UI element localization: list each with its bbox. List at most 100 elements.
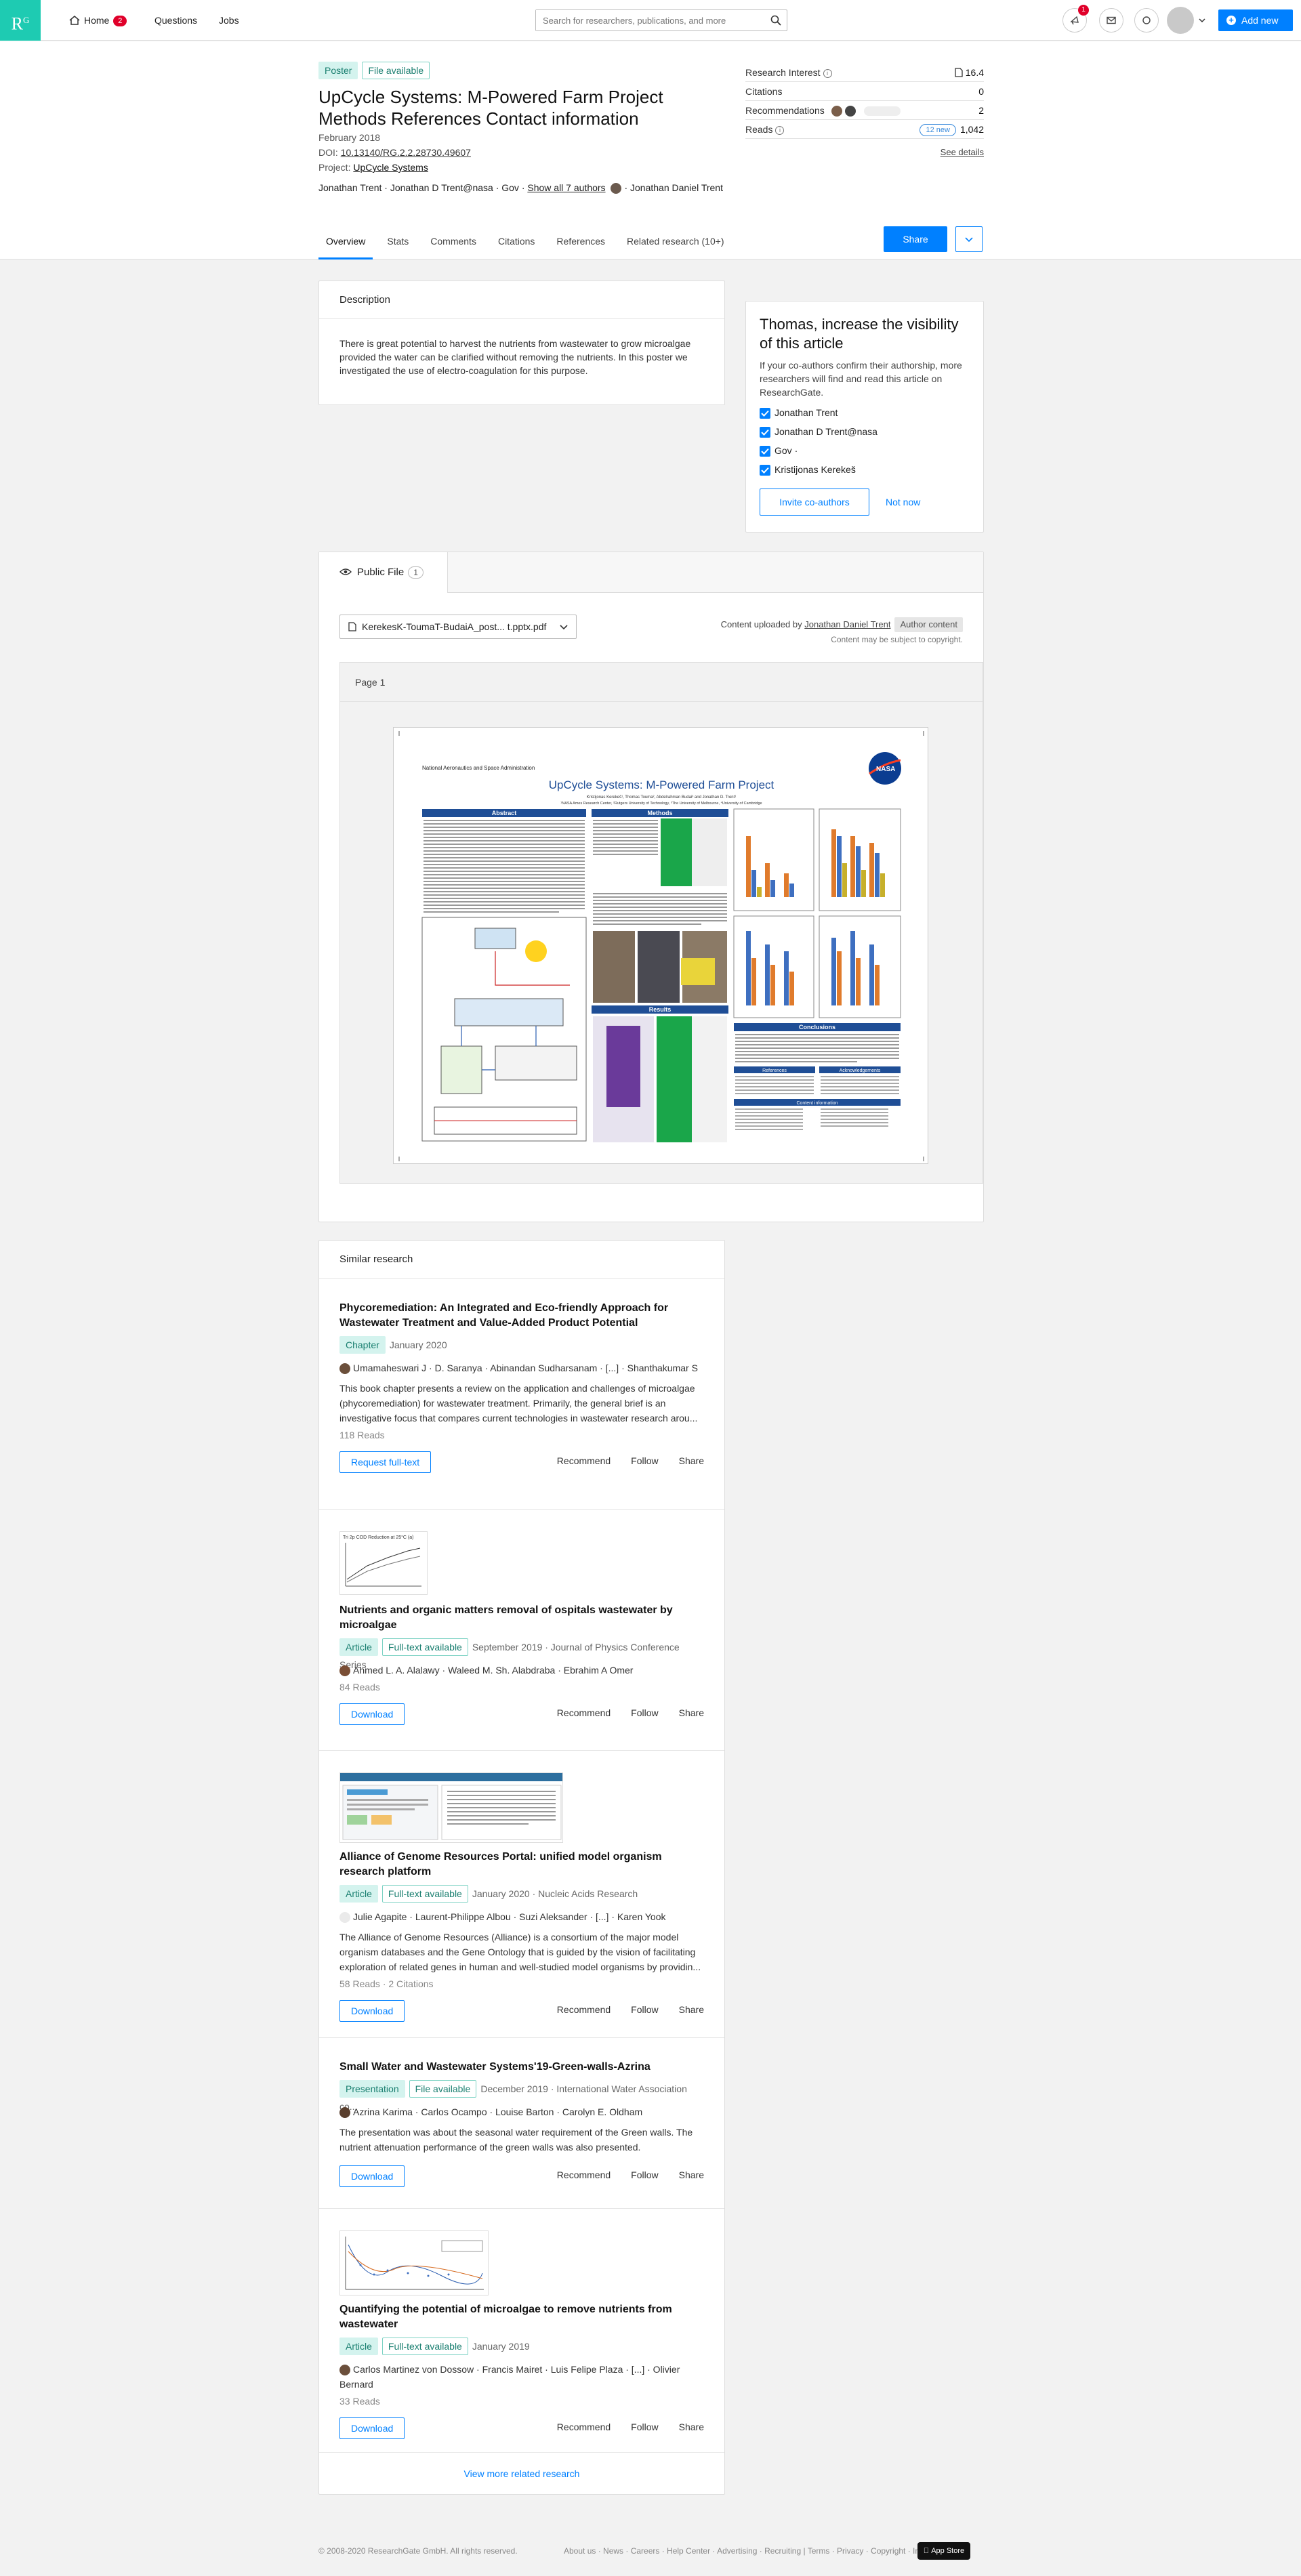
coauthor-row[interactable]: Jonathan Trent (760, 406, 970, 419)
follow-link[interactable]: Follow (631, 1455, 658, 1466)
invite-coauthors-button[interactable]: Invite co-authors (760, 489, 869, 516)
similar-item-authors[interactable]: Carlos Martinez von Dossow · Francis Mai… (339, 2362, 704, 2392)
authors-list[interactable]: Jonathan Trent · Jonathan D Trent@nasa ·… (318, 182, 524, 193)
page-footer: © 2008-2020 ResearchGate GmbH. All right… (0, 2541, 1301, 2561)
show-all-authors-link[interactable]: Show all 7 authors (527, 182, 605, 193)
similar-item-title[interactable]: Alliance of Genome Resources Portal: uni… (339, 1850, 704, 1879)
envelope-icon (1107, 16, 1116, 24)
footer-links[interactable]: About us · News · Careers · Help Center … (564, 2546, 938, 2556)
info-icon[interactable]: i (775, 125, 785, 135)
add-new-button[interactable]: + Add new (1218, 9, 1293, 31)
stat-citations[interactable]: Citations 0 (745, 82, 984, 101)
download-button[interactable]: Download (339, 2000, 405, 2022)
similar-item-title[interactable]: Phycoremediation: An Integrated and Eco-… (339, 1301, 704, 1331)
recommend-link[interactable]: Recommend (557, 2169, 611, 2180)
see-details-link[interactable]: See details (941, 147, 984, 157)
not-now-link[interactable]: Not now (886, 497, 920, 507)
requests-button[interactable] (1134, 8, 1159, 33)
recommend-link[interactable]: Recommend (557, 2004, 611, 2015)
share-options-button[interactable] (955, 226, 983, 252)
similar-item-authors[interactable]: Ahmed L. A. Alalawy · Waleed M. Sh. Alab… (339, 1663, 704, 1678)
last-author[interactable]: · Jonathan Daniel Trent (624, 182, 723, 193)
similar-item-thumbnail[interactable]: Tri 2p COD Reduction at 25°C (a) (339, 1531, 428, 1595)
similar-item-actions: Download Recommend Follow Share (339, 1703, 704, 1726)
poster-page: NASA National Aeronautics and Space Admi… (393, 727, 928, 1164)
home-icon (69, 16, 80, 25)
file-tab-strip (448, 552, 983, 593)
request-fulltext-button[interactable]: Request full-text (339, 1451, 432, 1473)
recommend-link[interactable]: Recommend (557, 1455, 611, 1466)
download-button[interactable]: Download (339, 2165, 405, 2187)
share-button[interactable]: Share (884, 226, 947, 252)
nav-home[interactable]: Home 2 (69, 0, 127, 41)
pdf-viewer[interactable]: Page 1 NASA National Aeronautics and Spa… (339, 662, 983, 1184)
tab-overview[interactable]: Overview (318, 224, 373, 259)
copyright-note: Content may be subject to copyright. (831, 635, 963, 644)
apple-icon:  (924, 2547, 929, 2555)
similar-item-title[interactable]: Small Water and Wastewater Systems'19-Gr… (339, 2060, 704, 2075)
search-icon[interactable] (770, 15, 781, 26)
nav-questions[interactable]: Questions (154, 0, 197, 41)
notifications-button[interactable]: 1 (1062, 5, 1089, 33)
share-link[interactable]: Share (679, 1455, 704, 1466)
tab-comments[interactable]: Comments (423, 224, 484, 259)
uploader-link[interactable]: Jonathan Daniel Trent (804, 619, 890, 629)
user-avatar[interactable] (1167, 7, 1194, 34)
similar-item-title[interactable]: Nutrients and organic matters removal of… (339, 1603, 704, 1633)
doi-link[interactable]: 10.13140/RG.2.2.28730.49607 (341, 147, 471, 158)
follow-link[interactable]: Follow (631, 1707, 658, 1718)
chevron-down-icon[interactable] (1198, 16, 1206, 24)
project-line: Project: UpCycle Systems (318, 162, 428, 173)
reads-value-wrap: 12 new 1,042 (920, 120, 984, 139)
search-input[interactable] (536, 10, 753, 30)
page-label: Page 1 (340, 663, 983, 702)
checkbox-checked[interactable] (760, 465, 770, 476)
info-icon[interactable]: i (823, 68, 832, 78)
type-badge: Article (339, 1638, 378, 1656)
checkbox-checked[interactable] (760, 427, 770, 438)
download-button[interactable]: Download (339, 1703, 405, 1725)
coauthor-name: Gov · (775, 445, 798, 456)
checkbox-checked[interactable] (760, 446, 770, 457)
similar-item-authors[interactable]: Umamaheswari J · D. Saranya · Abinandan … (339, 1360, 704, 1375)
coauthor-row[interactable]: Jonathan D Trent@nasa (760, 425, 970, 438)
authors-text: Ahmed L. A. Alalawy · Waleed M. Sh. Alab… (353, 1665, 634, 1676)
megaphone-icon (1070, 16, 1079, 25)
tab-citations[interactable]: Citations (491, 224, 542, 259)
nav-jobs[interactable]: Jobs (219, 0, 239, 41)
tab-related-research[interactable]: Related research (10+) (619, 224, 732, 259)
follow-link[interactable]: Follow (631, 2004, 658, 2015)
messages-button[interactable] (1099, 8, 1123, 33)
stat-research-interest[interactable]: Research Interest i 16.4 (745, 63, 984, 82)
researchgate-logo[interactable]: RG (0, 0, 41, 41)
tab-stats[interactable]: Stats (379, 224, 416, 259)
public-file-tab[interactable]: Public File 1 (319, 552, 448, 593)
recommend-link[interactable]: Recommend (557, 1707, 611, 1718)
checkbox-checked[interactable] (760, 408, 770, 419)
stat-recommendations[interactable]: Recommendations 2 (745, 101, 984, 120)
tab-references[interactable]: References (549, 224, 613, 259)
share-link[interactable]: Share (679, 1707, 704, 1718)
similar-item-title[interactable]: Quantifying the potential of microalgae … (339, 2302, 704, 2332)
app-store-badge[interactable]:  App Store (917, 2542, 970, 2560)
share-link[interactable]: Share (679, 2169, 704, 2180)
file-selector[interactable]: KerekesK-ToumaT-BudaiA_post... t.pptx.pd… (339, 615, 577, 639)
similar-item-authors[interactable]: Julie Agapite · Laurent-Philippe Albou ·… (339, 1909, 704, 1924)
similar-item-thumbnail[interactable] (339, 2230, 489, 2295)
coauthor-row[interactable]: Kristijonas Kerekeš (760, 463, 970, 476)
download-button[interactable]: Download (339, 2417, 405, 2439)
search-box (535, 9, 787, 31)
coauthor-row[interactable]: Gov · (760, 444, 970, 457)
share-link[interactable]: Share (679, 2422, 704, 2432)
similar-item-authors[interactable]: Azrina Karima · Carlos Ocampo · Louise B… (339, 2104, 704, 2119)
similar-item-thumbnail[interactable] (339, 1772, 563, 1843)
view-more-research-link[interactable]: View more related research (319, 2468, 724, 2479)
stat-reads[interactable]: Reads i 12 new 1,042 (745, 120, 984, 139)
share-link[interactable]: Share (679, 2004, 704, 2015)
visibility-subtitle: If your co-authors confirm their authors… (760, 360, 962, 398)
follow-link[interactable]: Follow (631, 2169, 658, 2180)
type-badge: Chapter (339, 1336, 386, 1354)
project-link[interactable]: UpCycle Systems (353, 162, 428, 173)
recommend-link[interactable]: Recommend (557, 2422, 611, 2432)
follow-link[interactable]: Follow (631, 2422, 658, 2432)
